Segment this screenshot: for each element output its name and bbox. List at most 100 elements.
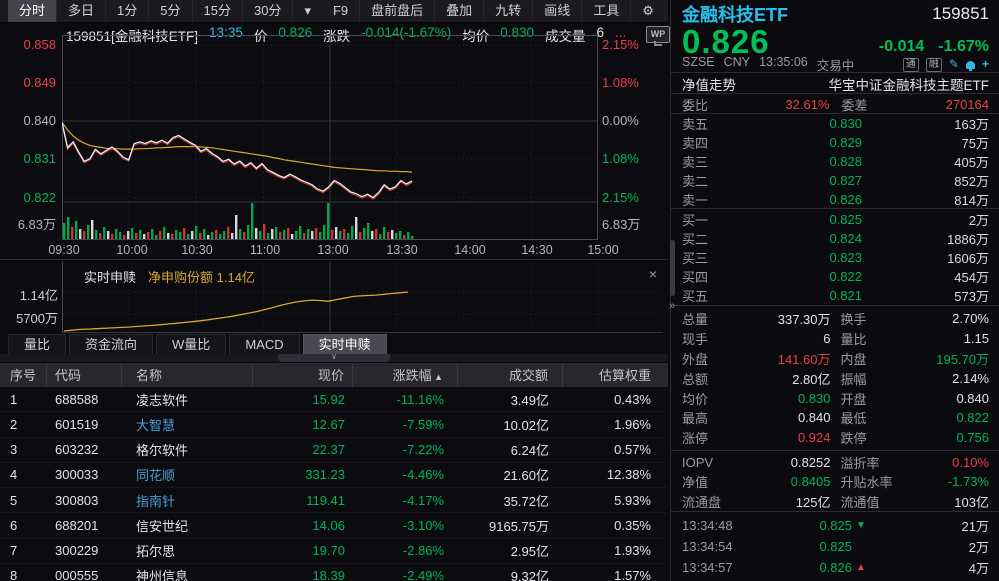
tab-量比[interactable]: 量比 [8, 334, 66, 354]
edit-icon[interactable]: ✎ [949, 58, 959, 71]
cell-change: -7.59% [353, 417, 458, 432]
volume-bar [399, 231, 401, 239]
toolbar-item-30分[interactable]: 30分 [243, 0, 293, 22]
volume-bar [251, 203, 253, 239]
level-price: 0.830 [734, 116, 862, 131]
add-icon[interactable]: + [982, 58, 989, 71]
weibi-value: 32.61% [708, 97, 835, 112]
toolbar-item-叠加[interactable]: 叠加 [435, 0, 484, 22]
table-row[interactable]: 4300033同花顺331.23-4.46%21.60亿12.38% [0, 463, 668, 488]
level-label: 买四 [682, 267, 734, 286]
tab-MACD[interactable]: MACD [229, 334, 299, 354]
volume-bar [163, 227, 165, 239]
level-volume: 454万 [862, 267, 989, 286]
time-axis-label: 13:30 [386, 243, 417, 257]
stat-value: 2.14% [952, 371, 989, 386]
volume-bar [327, 203, 329, 239]
table-row[interactable]: 7300229拓尔思19.70-2.86%2.95亿1.93% [0, 539, 668, 564]
cell-price: 14.06 [253, 518, 353, 533]
toolbar-item-15分[interactable]: 15分 [193, 0, 243, 22]
level-label: 卖一 [682, 190, 734, 209]
volume-bar [151, 229, 153, 239]
table-row[interactable]: 8000555神州信息18.39-2.49%9.32亿1.57% [0, 564, 668, 581]
time-axis-label: 15:00 [587, 243, 618, 257]
table-row[interactable]: 1688588凌志软件15.92-11.16%3.49亿0.43% [0, 387, 668, 412]
nav-fund-name: 华宝中证金融科技主题ETF [829, 74, 990, 94]
column-header-名称[interactable]: 名称 [122, 364, 253, 387]
level-price: 0.821 [734, 288, 862, 303]
etf-code: 159851 [932, 4, 989, 24]
stat-value: 195.70万 [936, 349, 989, 368]
volume-bar [231, 233, 233, 239]
table-row[interactable]: 2601519大智慧12.67-7.59%10.02亿1.96% [0, 412, 668, 437]
stat-pair: 现手6 [682, 329, 831, 348]
panel-scrollbar[interactable] [670, 240, 675, 296]
volume-bar [307, 229, 309, 239]
nav-label: 净值走势 [682, 74, 736, 94]
toolbar-item-1分[interactable]: 1分 [106, 0, 149, 22]
alert-bell-icon[interactable] [966, 61, 975, 69]
stat-label: 最低 [841, 408, 867, 427]
y-axis-percent-label: 1.08% [602, 75, 639, 90]
toolbar-item-分时[interactable]: 分时 [8, 0, 57, 22]
column-header-涨跌幅[interactable]: 涨跌幅 ▲ [353, 364, 458, 387]
column-header-现价[interactable]: 现价 [253, 364, 353, 387]
volume-bar [391, 230, 393, 239]
cell-amount: 2.95亿 [458, 541, 563, 560]
volume-bar [287, 228, 289, 239]
toolbar-item-盘前盘后[interactable]: 盘前盘后 [360, 0, 435, 22]
stat-row: 外盘141.60万内盘195.70万 [671, 349, 999, 369]
volume-bar [99, 233, 101, 239]
stat-value: -1.73% [948, 474, 989, 489]
table-row[interactable]: 6688201信安世纪14.06-3.10%9165.75万0.35% [0, 513, 668, 538]
tick-volume: 2万 [872, 537, 989, 556]
toolbar-item-F9[interactable]: F9 [322, 0, 360, 22]
volume-bar [139, 230, 141, 239]
panel-expand-icon[interactable]: » [669, 300, 675, 312]
column-header-代码[interactable]: 代码 [47, 364, 122, 387]
table-row[interactable]: 3603232格尔软件22.37-7.22%6.24亿0.57% [0, 438, 668, 463]
cell-amount: 9.32亿 [458, 566, 563, 581]
cell-price: 331.23 [253, 467, 353, 482]
volume-bar [215, 230, 217, 239]
tab-实时申赎[interactable]: 实时申赎 [303, 334, 387, 354]
volume-bar [199, 233, 201, 239]
stat-value: 0.10% [952, 455, 989, 470]
column-header-估算权重[interactable]: 估算权重 [563, 364, 668, 387]
toolbar-item-5分[interactable]: 5分 [149, 0, 192, 22]
net-subscription-line [64, 292, 408, 331]
ask-row: 卖一0.826814万 [671, 190, 999, 209]
stat-label: 最高 [682, 408, 708, 427]
cell-weight: 0.43% [563, 392, 668, 407]
cell-seq: 5 [0, 493, 47, 508]
stat-label: IOPV [682, 455, 713, 470]
tab-资金流向[interactable]: 资金流向 [69, 334, 153, 354]
caret-down-icon[interactable]: ▾ [293, 0, 322, 22]
nav-row[interactable]: 净值走势 华宝中证金融科技主题ETF [671, 74, 999, 93]
tab-W量比[interactable]: W量比 [156, 334, 226, 354]
collapse-handle[interactable]: ∨ [278, 354, 390, 362]
stat-pair: 净值0.8405 [682, 472, 831, 491]
price-change: -0.014 -1.67% [879, 38, 989, 56]
level-volume: 814万 [862, 190, 989, 209]
column-header-序号[interactable]: 序号 [0, 364, 47, 387]
toolbar-item-画线[interactable]: 画线 [533, 0, 582, 22]
toolbar-item-多日[interactable]: 多日 [57, 0, 106, 22]
ask-row: 卖二0.827852万 [671, 171, 999, 190]
toolbar-item-工具[interactable]: 工具 [582, 0, 631, 22]
volume-bar [227, 227, 229, 239]
cell-change: -2.86% [353, 543, 458, 558]
stat-value: 2.70% [952, 311, 989, 326]
settings-icon[interactable]: ⚙ [631, 0, 665, 22]
column-header-成交额[interactable]: 成交额 [458, 364, 563, 387]
level-price: 0.825 [734, 212, 862, 227]
volume-bar [95, 230, 97, 239]
tick-time: 13:34:48 [682, 518, 762, 533]
volume-bar [79, 229, 81, 239]
volume-bar [183, 228, 185, 239]
cell-seq: 8 [0, 568, 47, 581]
table-row[interactable]: 5300803指南针119.41-4.17%35.72亿5.93% [0, 488, 668, 513]
toolbar-item-九转[interactable]: 九转 [484, 0, 533, 22]
time-axis-label: 13:00 [317, 243, 348, 257]
volume-bar [143, 234, 145, 239]
